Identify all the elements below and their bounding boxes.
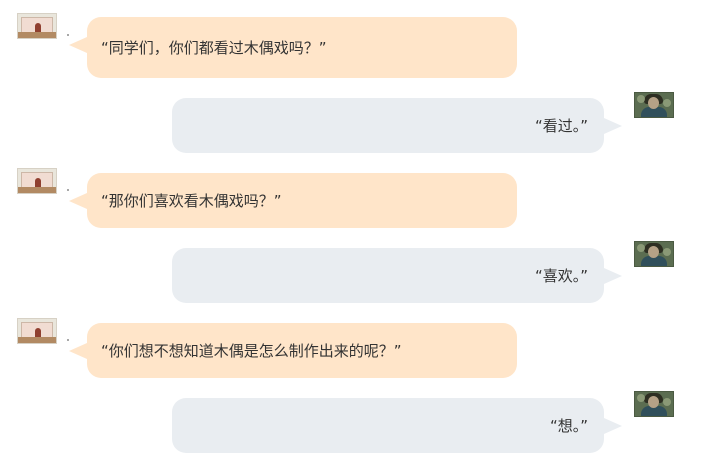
teacher-message-text: “同学们，你们都看过木偶戏吗？” bbox=[101, 38, 327, 57]
teacher-avatar bbox=[17, 318, 57, 344]
teacher-bubble-dot bbox=[67, 339, 69, 341]
teacher-message-bubble: “同学们，你们都看过木偶戏吗？” bbox=[69, 17, 517, 78]
teacher-avatar bbox=[17, 13, 57, 39]
teacher-message-bubble: “那你们喜欢看木偶戏吗？” bbox=[69, 173, 517, 228]
student-message-text: “想。” bbox=[549, 416, 588, 435]
student-message-bubble: “喜欢。” bbox=[172, 248, 622, 303]
teacher-message-text: “那你们喜欢看木偶戏吗？” bbox=[101, 191, 282, 210]
student-message-text: “喜欢。” bbox=[534, 266, 588, 285]
student-message-text: “看过。” bbox=[534, 116, 588, 135]
student-avatar bbox=[634, 391, 674, 417]
student-avatar bbox=[634, 92, 674, 118]
teacher-bubble-dot bbox=[67, 34, 69, 36]
student-message-bubble: “看过。” bbox=[172, 98, 622, 153]
teacher-message-bubble: “你们想不想知道木偶是怎么制作出来的呢？” bbox=[69, 323, 517, 378]
teacher-avatar bbox=[17, 168, 57, 194]
student-message-bubble: “想。” bbox=[172, 398, 622, 453]
teacher-message-text: “你们想不想知道木偶是怎么制作出来的呢？” bbox=[101, 341, 402, 360]
teacher-bubble-dot bbox=[67, 189, 69, 191]
student-avatar bbox=[634, 241, 674, 267]
chat-conversation: “同学们，你们都看过木偶戏吗？” “看过。” “那你们喜欢看木偶戏吗？” “喜欢… bbox=[0, 0, 715, 461]
